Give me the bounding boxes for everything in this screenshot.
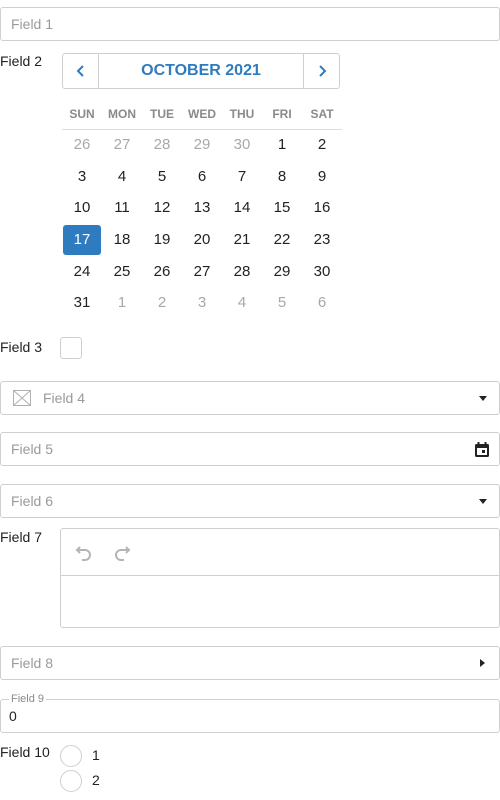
calendar-day[interactable]: 1: [262, 130, 302, 160]
calendar-month-title[interactable]: OCTOBER 2021: [99, 54, 303, 88]
calendar-next-button[interactable]: [303, 54, 339, 88]
field-9-number-input[interactable]: 0: [0, 699, 500, 733]
chevron-right-icon: [480, 659, 485, 667]
calendar-day[interactable]: 31: [62, 288, 102, 318]
calendar-day[interactable]: 12: [142, 193, 182, 223]
calendar-day[interactable]: 1: [102, 288, 142, 318]
calendar-day[interactable]: 29: [262, 257, 302, 287]
calendar-day[interactable]: 3: [182, 288, 222, 318]
field-8-placeholder: Field 8: [11, 655, 54, 671]
calendar-week: 3 4 5 6 7 8 9: [62, 161, 342, 193]
weekday-mon: MON: [108, 107, 136, 121]
calendar-day[interactable]: 22: [262, 225, 302, 255]
field-4-select[interactable]: Field 4: [0, 381, 500, 415]
weekday-sat: SAT: [310, 107, 334, 121]
editor-content-area[interactable]: [61, 576, 499, 627]
calendar-week: 10 11 12 13 14 15 16: [62, 192, 342, 224]
calendar-day[interactable]: 5: [142, 162, 182, 192]
calendar-prev-button[interactable]: [63, 54, 99, 88]
calendar-day[interactable]: 25: [102, 257, 142, 287]
weekday-fri: FRI: [272, 107, 292, 121]
field-9-value: 0: [9, 708, 17, 724]
field-7-rich-text-editor: [60, 528, 500, 628]
field-8-expandable[interactable]: Field 8: [0, 646, 500, 680]
calendar-header: OCTOBER 2021: [62, 53, 340, 89]
calendar-week: 24 25 26 27 28 29 30: [62, 256, 342, 288]
field-10-option-1-label: 1: [92, 747, 100, 763]
calendar-day-selected[interactable]: 17: [63, 224, 101, 255]
calendar-day[interactable]: 24: [62, 257, 102, 287]
calendar-week: 26 27 28 29 30 1 2: [62, 129, 342, 161]
calendar-day[interactable]: 29: [182, 130, 222, 160]
field-7-label: Field 7: [0, 529, 43, 545]
calendar-icon[interactable]: [475, 442, 489, 457]
calendar-day[interactable]: 26: [142, 257, 182, 287]
calendar-week: 17 18 19 20 21 22 23: [62, 224, 342, 256]
calendar-day[interactable]: 23: [302, 225, 342, 255]
calendar-day[interactable]: 9: [302, 162, 342, 192]
calendar-day[interactable]: 11: [102, 193, 142, 223]
field-3-checkbox[interactable]: [60, 337, 82, 359]
calendar-day[interactable]: 27: [182, 257, 222, 287]
field-2-label: Field 2: [0, 53, 43, 69]
calendar-day[interactable]: 4: [222, 288, 262, 318]
weekday-wed: WED: [188, 107, 216, 121]
chevron-right-icon: [318, 65, 326, 77]
calendar-day[interactable]: 14: [222, 193, 262, 223]
calendar-grid: 26 27 28 29 30 1 2 3 4 5 6 7 8 9 10 11 1…: [62, 129, 342, 319]
field-9-legend: Field 9: [9, 693, 47, 705]
redo-icon[interactable]: [113, 543, 131, 561]
field-3-label: Field 3: [0, 339, 43, 355]
field-4-placeholder: Field 4: [43, 390, 86, 406]
calendar-day[interactable]: 2: [302, 130, 342, 160]
calendar-day[interactable]: 27: [102, 130, 142, 160]
calendar-day[interactable]: 4: [102, 162, 142, 192]
field-6-select[interactable]: Field 6: [0, 484, 500, 518]
calendar-day[interactable]: 20: [182, 225, 222, 255]
field-1-input[interactable]: Field 1: [0, 7, 500, 41]
field-6-placeholder: Field 6: [11, 493, 54, 509]
calendar-day[interactable]: 5: [262, 288, 302, 318]
calendar-day[interactable]: 6: [182, 162, 222, 192]
field-10-option-2-label: 2: [92, 772, 100, 788]
calendar-week: 31 1 2 3 4 5 6: [62, 287, 342, 319]
calendar-day[interactable]: 3: [62, 162, 102, 192]
calendar-weekday-row: SUN MON TUE WED THU FRI SAT: [62, 104, 342, 130]
field-5-date-input[interactable]: Field 5: [0, 432, 500, 466]
calendar-day[interactable]: 30: [302, 257, 342, 287]
calendar-day[interactable]: 15: [262, 193, 302, 223]
calendar-day[interactable]: 16: [302, 193, 342, 223]
calendar-day[interactable]: 8: [262, 162, 302, 192]
calendar-day[interactable]: 28: [222, 257, 262, 287]
calendar-day[interactable]: 21: [222, 225, 262, 255]
chevron-down-icon: [479, 396, 487, 401]
calendar-day[interactable]: 28: [142, 130, 182, 160]
field-10-radio-2[interactable]: [60, 770, 82, 792]
field-1-placeholder: Field 1: [11, 16, 54, 32]
calendar-day[interactable]: 26: [62, 130, 102, 160]
chevron-left-icon: [76, 65, 84, 77]
calendar-day[interactable]: 18: [102, 225, 142, 255]
calendar-day[interactable]: 2: [142, 288, 182, 318]
undo-icon[interactable]: [75, 543, 93, 561]
field-10-radio-1[interactable]: [60, 745, 82, 767]
calendar-day[interactable]: 19: [142, 225, 182, 255]
editor-toolbar: [61, 529, 499, 576]
calendar-day[interactable]: 7: [222, 162, 262, 192]
calendar-day[interactable]: 6: [302, 288, 342, 318]
weekday-sun: SUN: [69, 107, 95, 121]
field-5-placeholder: Field 5: [11, 441, 54, 457]
weekday-tue: TUE: [150, 107, 174, 121]
chevron-down-icon: [479, 499, 487, 504]
image-placeholder-icon: [13, 390, 31, 406]
field-10-label: Field 10: [0, 744, 50, 760]
calendar-day[interactable]: 30: [222, 130, 262, 160]
calendar-day[interactable]: 13: [182, 193, 222, 223]
weekday-thu: THU: [229, 107, 255, 121]
calendar-day[interactable]: 10: [62, 193, 102, 223]
